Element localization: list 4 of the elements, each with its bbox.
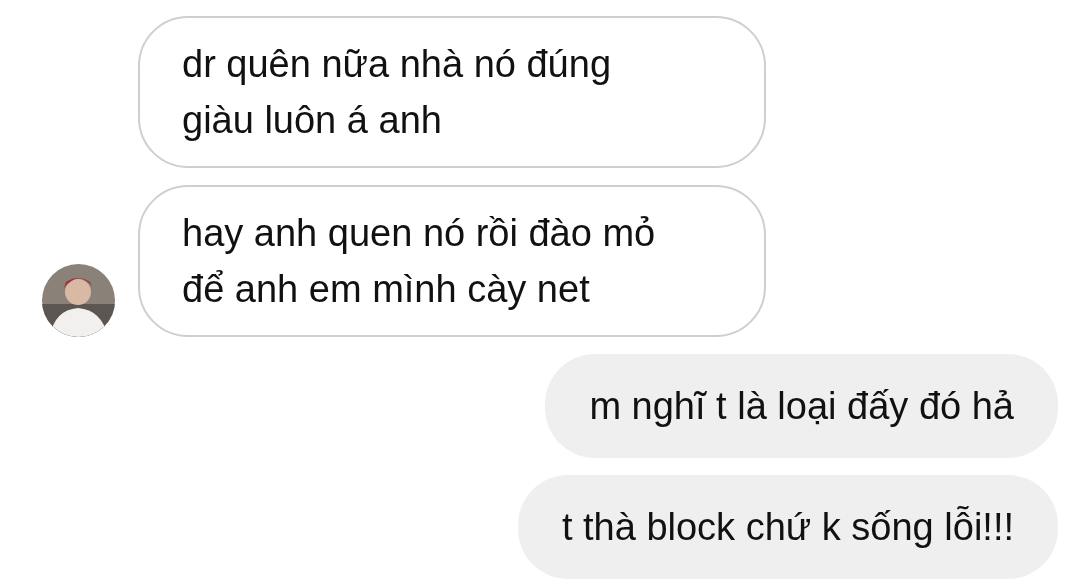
message-bubble: m nghĩ t là loại đấy đó hả	[545, 354, 1058, 458]
message-bubble: dr quên nữa nhà nó đúng giàu luôn á anh	[138, 16, 766, 168]
message-bubble: hay anh quen nó rồi đào mỏ để anh em mình cày net	[138, 185, 766, 337]
message-bubble: t thà block chứ k sống lỗi!!!	[517, 475, 1058, 579]
